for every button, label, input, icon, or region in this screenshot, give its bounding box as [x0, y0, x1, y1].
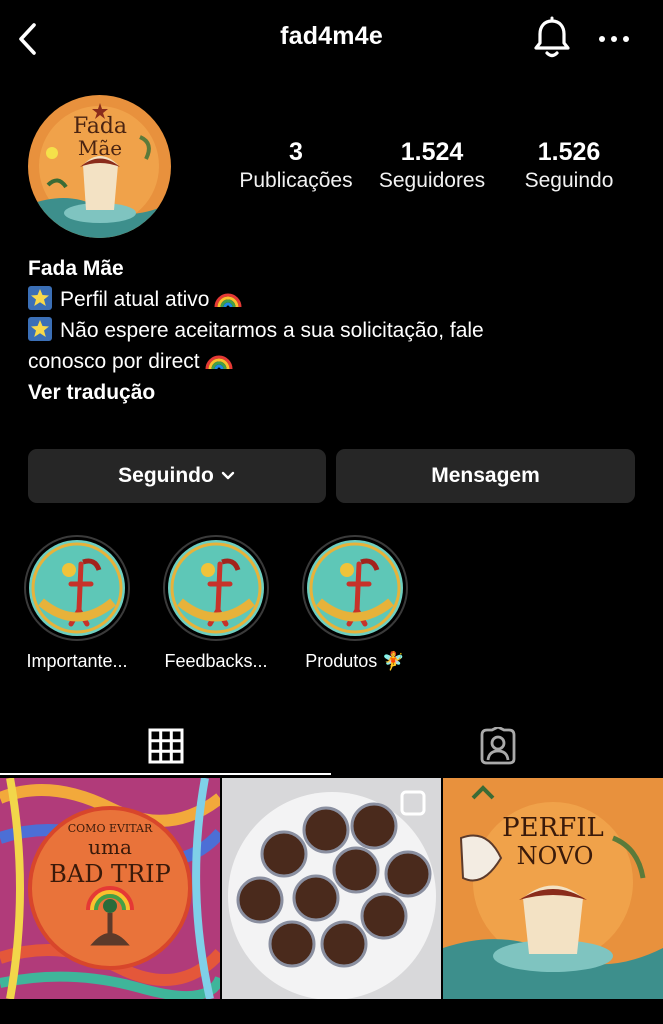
more-horizontal-icon: [599, 36, 629, 42]
star-emoji-icon: [28, 317, 52, 341]
post-thumbnail[interactable]: [222, 778, 441, 999]
bio-line-1: Perfil atual ativo: [60, 288, 210, 311]
stat-posts-value: 3: [289, 138, 303, 166]
tab-tagged[interactable]: [332, 716, 663, 776]
highlight-cover-image: [307, 540, 403, 636]
post-text-2: NOVO: [517, 842, 594, 870]
post-thumbnail[interactable]: PERFIL NOVO: [443, 778, 663, 999]
story-highlight[interactable]: Importante...: [22, 535, 132, 672]
active-tab-indicator: [0, 773, 331, 775]
stat-posts[interactable]: 3 Publicações: [233, 137, 359, 195]
post-thumbnail[interactable]: COMO EVITAR uma BAD TRIP: [0, 778, 220, 999]
stat-following-value: 1.526: [537, 138, 601, 166]
highlight-cover-image: [168, 540, 264, 636]
highlight-cover-image: [29, 540, 125, 636]
bell-icon: [534, 16, 570, 58]
post-text-1: PERFIL: [502, 813, 604, 843]
highlight-label: Importante...: [26, 651, 128, 671]
chevron-down-icon: [221, 471, 235, 480]
following-button-label: Seguindo: [118, 464, 214, 487]
message-button[interactable]: Mensagem: [336, 449, 635, 503]
star-emoji-icon: [28, 286, 52, 310]
stat-followers-value: 1.524: [400, 138, 464, 166]
stat-following-label: Seguindo: [524, 169, 614, 192]
rainbow-icon: [214, 293, 242, 308]
following-button[interactable]: Seguindo: [28, 449, 326, 503]
post-text-2: uma: [88, 835, 132, 859]
bio-line-2: Não espere aceitarmos a sua solicitação,…: [60, 319, 484, 342]
message-button-label: Mensagem: [431, 464, 540, 487]
bio-line-3: conosco por direct: [28, 350, 200, 373]
rainbow-icon: [205, 355, 233, 370]
post-text-1: COMO EVITAR: [68, 822, 153, 835]
see-translation-link[interactable]: Ver tradução: [28, 377, 648, 408]
stat-followers[interactable]: 1.524 Seguidores: [368, 137, 496, 195]
profile-name: Fada Mãe: [28, 257, 124, 280]
highlight-label: Feedbacks...: [164, 651, 268, 671]
tagged-person-icon: [480, 727, 515, 765]
profile-bio: Fada Mãe Perfil atual ativo Não espere a…: [28, 253, 648, 408]
stat-posts-label: Publicações: [239, 169, 353, 192]
stat-following[interactable]: 1.526 Seguindo: [509, 137, 629, 195]
profile-avatar[interactable]: Fada Mãe: [28, 95, 171, 238]
tab-posts-grid[interactable]: [0, 716, 331, 776]
stat-followers-label: Seguidores: [378, 169, 486, 192]
post-text-3: BAD TRIP: [49, 860, 171, 888]
notifications-button[interactable]: [532, 16, 572, 60]
avatar-text-2: Mãe: [78, 136, 122, 160]
story-highlight[interactable]: Feedbacks...: [161, 535, 271, 672]
more-options-button[interactable]: [594, 24, 634, 54]
grid-icon: [148, 728, 183, 764]
story-highlight[interactable]: Produtos 🧚: [300, 535, 410, 672]
highlight-label: Produtos 🧚: [305, 651, 405, 671]
